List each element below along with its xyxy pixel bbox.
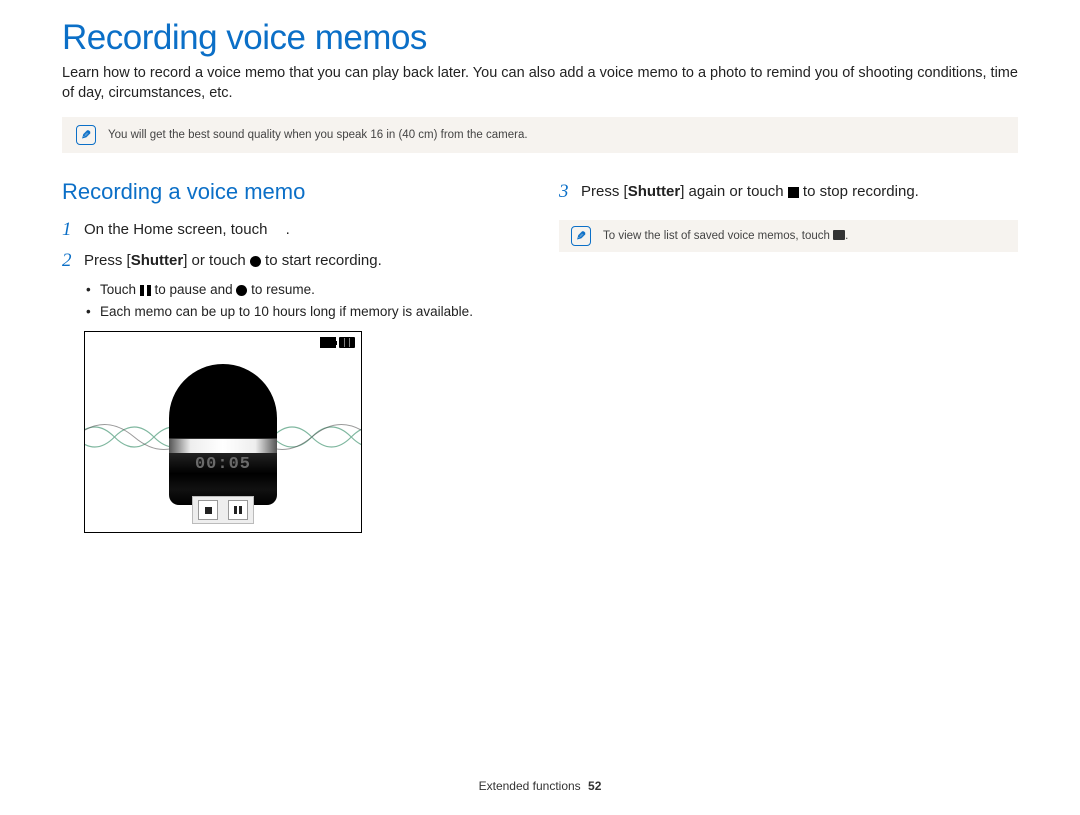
note2-pre: To view the list of saved voice memos, t… — [603, 230, 833, 242]
step2-post: to start recording. — [261, 252, 382, 269]
step-3: 3 Press [Shutter] again or touch to stop… — [559, 181, 1018, 204]
step2-mid: ] or touch — [183, 252, 250, 269]
note-icon — [76, 125, 96, 145]
step2-pre: Press [ — [84, 252, 131, 269]
step-text: On the Home screen, touch . — [84, 219, 290, 240]
left-column: Recording a voice memo 1 On the Home scr… — [62, 179, 521, 533]
step-2: 2 Press [Shutter] or touch to start reco… — [62, 250, 521, 273]
step-number: 2 — [62, 250, 84, 273]
stop-icon — [788, 187, 799, 198]
status-bar — [320, 337, 355, 348]
note-text: You will get the best sound quality when… — [108, 129, 528, 141]
footer-section: Extended functions — [479, 779, 581, 793]
stop-button[interactable] — [198, 500, 218, 520]
mic-band — [169, 438, 277, 453]
bullet-a: Touch to pause and to resume. — [84, 281, 521, 299]
memo-list-icon — [833, 230, 845, 240]
note-text: To view the list of saved voice memos, t… — [603, 230, 848, 242]
pause-button[interactable] — [228, 500, 248, 520]
page-footer: Extended functions 52 — [0, 779, 1080, 793]
step1-post: . — [286, 221, 290, 238]
step-number: 3 — [559, 181, 581, 204]
section-title: Recording a voice memo — [62, 179, 521, 205]
right-column: 3 Press [Shutter] again or touch to stop… — [559, 179, 1018, 533]
step1-pre: On the Home screen, touch — [84, 221, 272, 238]
screenshot-illustration: 00:05 — [84, 331, 362, 533]
pause-icon — [140, 285, 151, 296]
resume-icon — [236, 285, 247, 296]
note-box-top: You will get the best sound quality when… — [62, 117, 1018, 153]
step3-pre: Press [ — [581, 183, 628, 200]
bullet-a-post: to resume. — [247, 282, 315, 297]
microphone-graphic: 00:05 — [169, 364, 277, 505]
mic-head — [169, 364, 277, 438]
bullet-b: Each memo can be up to 10 hours long if … — [84, 303, 521, 321]
note-icon — [571, 226, 591, 246]
step-text: Press [Shutter] or touch to start record… — [84, 250, 382, 271]
note2-post: . — [845, 230, 848, 242]
step2-bullets: Touch to pause and to resume. Each memo … — [84, 281, 521, 321]
battery-icon — [339, 337, 355, 348]
shutter-label: Shutter — [131, 252, 184, 269]
step3-post: to stop recording. — [799, 183, 919, 200]
shutter-label: Shutter — [628, 183, 681, 200]
step3-mid: ] again or touch — [680, 183, 788, 200]
record-icon — [250, 256, 261, 267]
mic-timer: 00:05 — [169, 455, 277, 474]
bullet-a-mid: to pause and — [151, 282, 237, 297]
step-text: Press [Shutter] again or touch to stop r… — [581, 181, 919, 202]
note-box-bottom: To view the list of saved voice memos, t… — [559, 220, 1018, 252]
intro-text: Learn how to record a voice memo that yo… — [62, 64, 1018, 103]
footer-page-number: 52 — [588, 779, 601, 793]
storage-icon — [320, 337, 336, 348]
playback-controls — [192, 496, 254, 524]
bullet-a-pre: Touch — [100, 282, 140, 297]
step-1: 1 On the Home screen, touch . — [62, 219, 521, 242]
step-number: 1 — [62, 219, 84, 242]
page-title: Recording voice memos — [62, 18, 1018, 58]
